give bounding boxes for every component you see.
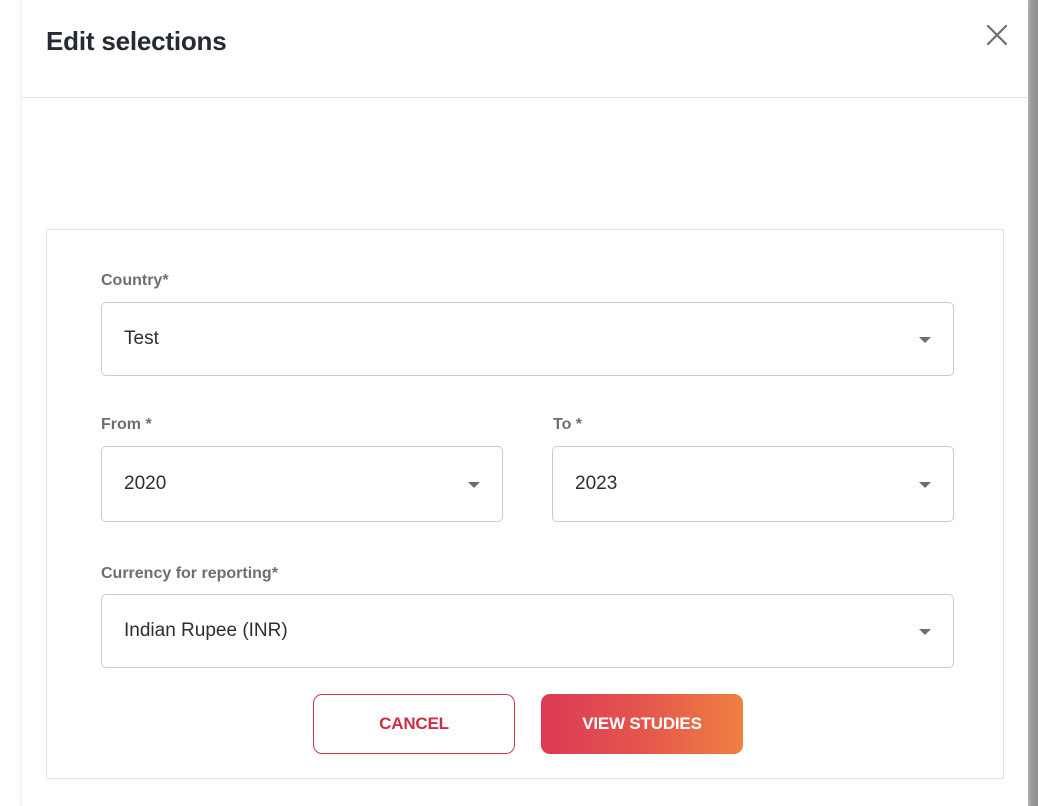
country-select[interactable]: Test xyxy=(101,302,954,376)
caret-down-icon xyxy=(919,482,931,488)
currency-label: Currency for reporting* xyxy=(101,565,278,582)
to-year-select[interactable]: 2023 xyxy=(552,446,954,522)
country-selected-value: Test xyxy=(124,328,159,349)
to-label: To * xyxy=(553,416,583,433)
caret-down-icon xyxy=(919,629,931,635)
close-icon xyxy=(986,24,1008,46)
from-selected-value: 2020 xyxy=(124,473,167,494)
from-year-select[interactable]: 2020 xyxy=(101,446,503,522)
close-button[interactable] xyxy=(982,20,1012,50)
caret-down-icon xyxy=(468,482,480,488)
country-label: Country* xyxy=(101,272,169,289)
currency-selected-value: Indian Rupee (INR) xyxy=(124,620,288,641)
view-studies-button[interactable]: VIEW STUDIES xyxy=(541,694,743,754)
currency-select[interactable]: Indian Rupee (INR) xyxy=(101,594,954,668)
caret-down-icon xyxy=(919,337,931,343)
to-selected-value: 2023 xyxy=(575,473,618,494)
dialog-title: Edit selections xyxy=(46,26,227,56)
selection-form-panel: Country* Test From * 2020 To * 2023 Curr… xyxy=(46,229,1004,779)
dialog-header: Edit selections xyxy=(22,0,1028,98)
page-background: Edit selections Country* Test From * 202… xyxy=(0,0,1038,806)
cancel-button[interactable]: CANCEL xyxy=(313,694,515,754)
edit-selections-dialog: Edit selections Country* Test From * 202… xyxy=(22,0,1028,806)
from-label: From * xyxy=(101,416,152,433)
